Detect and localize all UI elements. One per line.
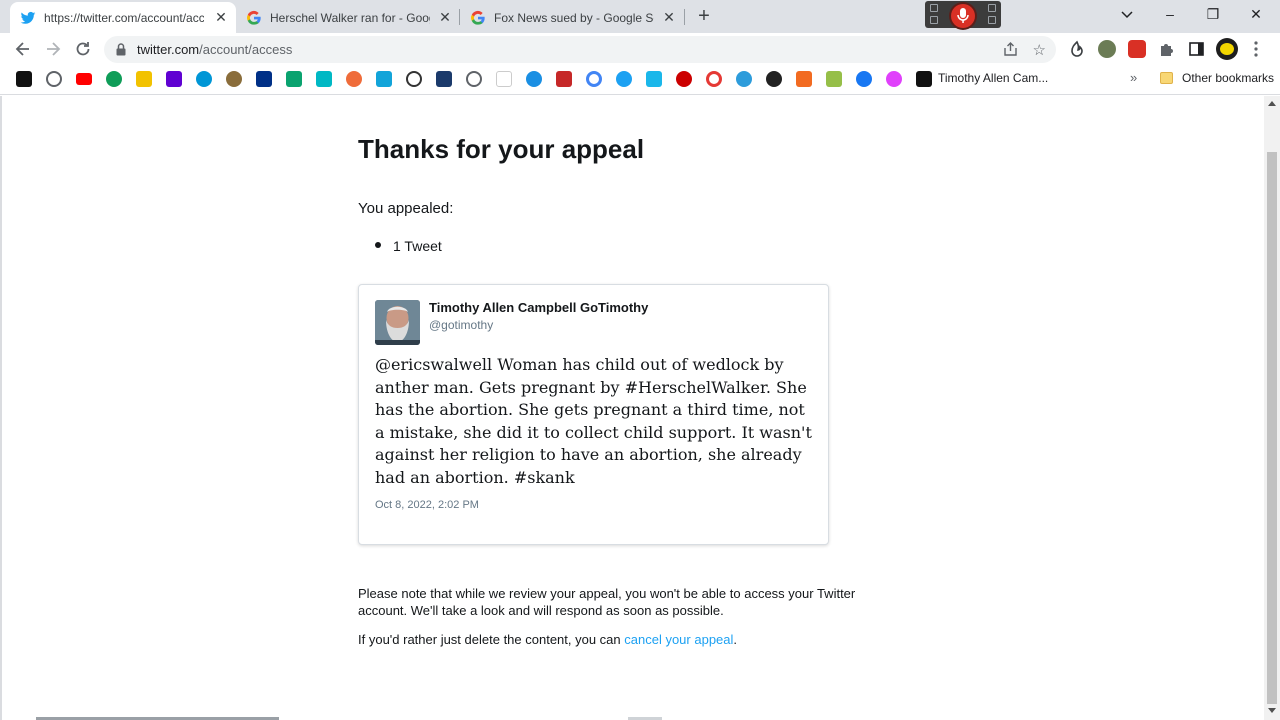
scroll-thumb[interactable] [1267,152,1277,704]
cancel-notice: If you'd rather just delete the content,… [358,632,737,647]
bookmark-c-icon[interactable] [526,71,542,87]
bookmark-wikipedia-icon[interactable] [496,71,512,87]
bookmark-globe-icon[interactable] [46,71,62,87]
appealed-label: You appealed: [358,200,454,217]
extension-flame-icon[interactable] [1068,40,1086,58]
tweet-text: @ericswalwell Woman has child out of wed… [375,355,812,487]
bookmark-paypal-icon[interactable] [256,71,272,87]
bullet-icon [375,242,381,248]
google-g-icon [247,10,261,25]
bookmark-pe-icon[interactable] [286,71,302,87]
bookmark-seal-icon[interactable] [226,71,242,87]
page-viewport: Thanks for your appeal You appealed: 1 T… [0,96,1264,720]
url-path: /account/access [199,42,293,57]
bookmark-yellow-badge-icon[interactable] [136,71,152,87]
tab-label: https://twitter.com/account/acc [44,10,204,25]
bookmark-youtube-icon[interactable] [76,73,92,85]
close-tab-icon[interactable]: ✕ [214,10,228,24]
reload-icon[interactable] [73,39,93,59]
tweet-card: Timothy Allen Campbell GoTimothy @gotimo… [358,284,829,545]
bookmark-hangouts-icon[interactable] [106,71,122,87]
tab-separator [684,9,685,25]
scroll-up-arrow-icon[interactable] [1268,101,1276,106]
bookmark-shrimp-icon[interactable] [346,71,362,87]
bookmark-vimeo-icon[interactable] [646,71,662,87]
bookmark-logi-icon[interactable] [316,71,332,87]
bookmark-hp-icon[interactable] [196,71,212,87]
tab-fox-news-search[interactable]: Fox News sued by - Google Searc ✕ [460,2,684,33]
close-tab-icon[interactable]: ✕ [438,10,452,24]
google-g-icon [471,10,485,25]
bookmarks-bar: Timothy Allen Cam... » Other bookmarks [0,65,1280,95]
minimize-button[interactable]: – [1158,4,1182,24]
close-tab-icon[interactable]: ✕ [662,10,676,24]
bookmark-m-icon[interactable] [16,71,32,87]
extensions-puzzle-icon[interactable] [1158,40,1176,58]
bookmark-speed-icon[interactable] [406,71,422,87]
bookmark-rainbow-icon[interactable] [886,71,902,87]
tweet-timestamp: Oct 8, 2022, 2:02 PM [375,499,479,511]
new-tab-button[interactable]: + [694,6,714,26]
folder-icon [1160,72,1173,84]
tweet-author-name: Timothy Allen Campbell GoTimothy [429,300,649,315]
appealed-item: 1 Tweet [393,238,442,254]
url-host: twitter.com [137,42,200,57]
twitter-bird-icon [20,11,36,24]
profile-avatar[interactable] [1216,38,1238,60]
extension-no-camera-icon[interactable] [1128,40,1146,58]
author-avatar [375,300,420,345]
scroll-down-arrow-icon[interactable] [1268,708,1276,713]
address-bar[interactable]: twitter.com/account/access ☆ [104,36,1056,63]
back-arrow-icon[interactable] [13,39,33,59]
widget-mini-icon [988,4,996,12]
tab-strip: https://twitter.com/account/acc ✕ Hersch… [0,0,1280,33]
widget-mini-icon [930,16,938,24]
tab-twitter-account[interactable]: https://twitter.com/account/acc ✕ [10,2,236,33]
restore-button[interactable]: ❐ [1201,4,1225,24]
bookmark-a-icon[interactable] [376,71,392,87]
bookmark-yahoo-icon[interactable] [166,71,182,87]
bookmark-google-icon[interactable] [586,71,602,87]
widget-mini-icon [988,16,996,24]
url-text: twitter.com/account/access [137,42,292,57]
page-scrollbar[interactable] [1264,96,1280,720]
tab-label: Herschel Walker ran for - Google [270,10,430,25]
page-title: Thanks for your appeal [358,134,645,164]
cancel-suffix: . [733,632,738,647]
bookmark-dte-icon[interactable] [436,71,452,87]
widget-mini-icon [930,4,938,12]
bookmark-globe-icon[interactable] [466,71,482,87]
review-notice: Please note that while we review your ap… [358,586,856,618]
tab-search-chevron-icon[interactable] [1115,4,1139,24]
tab-label: Fox News sued by - Google Searc [494,10,654,25]
bookmark-profile-label[interactable]: Timothy Allen Cam... [938,71,1048,85]
bookmark-chart-icon[interactable] [796,71,812,87]
voice-recorder-widget[interactable] [925,1,1001,28]
bookmark-c-red-icon[interactable] [706,71,722,87]
bookmark-twitter-icon[interactable] [616,71,632,87]
tweet-author-handle: @gotimothy [429,318,494,332]
bookmarks-overflow-chevron[interactable]: » [1130,70,1137,85]
tab-herschel-walker-search[interactable]: Herschel Walker ran for - Google ✕ [236,2,460,33]
bookmark-patreon-icon[interactable] [916,71,932,87]
lock-icon[interactable] [116,43,126,56]
forward-arrow-icon[interactable] [43,39,63,59]
side-panel-icon[interactable] [1188,40,1206,58]
microphone-icon[interactable] [951,4,975,28]
close-window-button[interactable]: ✕ [1244,4,1268,24]
cancel-appeal-link[interactable]: cancel your appeal [624,632,733,647]
bookmark-bag-icon[interactable] [826,71,842,87]
cancel-prefix: If you'd rather just delete the content,… [358,632,625,647]
browser-toolbar: twitter.com/account/access ☆ [0,33,1280,65]
bookmark-lock-icon[interactable] [766,71,782,87]
more-options-icon[interactable] [1254,41,1258,57]
bookmark-red-black-icon[interactable] [556,71,572,87]
bookmark-red-circle-icon[interactable] [676,71,692,87]
bookmark-star-icon[interactable]: ☆ [1033,41,1046,59]
other-bookmarks-folder[interactable]: Other bookmarks [1182,71,1274,85]
extension-turtle-icon[interactable] [1098,40,1116,58]
bookmark-network-icon[interactable] [736,71,752,87]
bookmark-facebook-icon[interactable] [856,71,872,87]
share-icon[interactable] [1003,42,1018,57]
